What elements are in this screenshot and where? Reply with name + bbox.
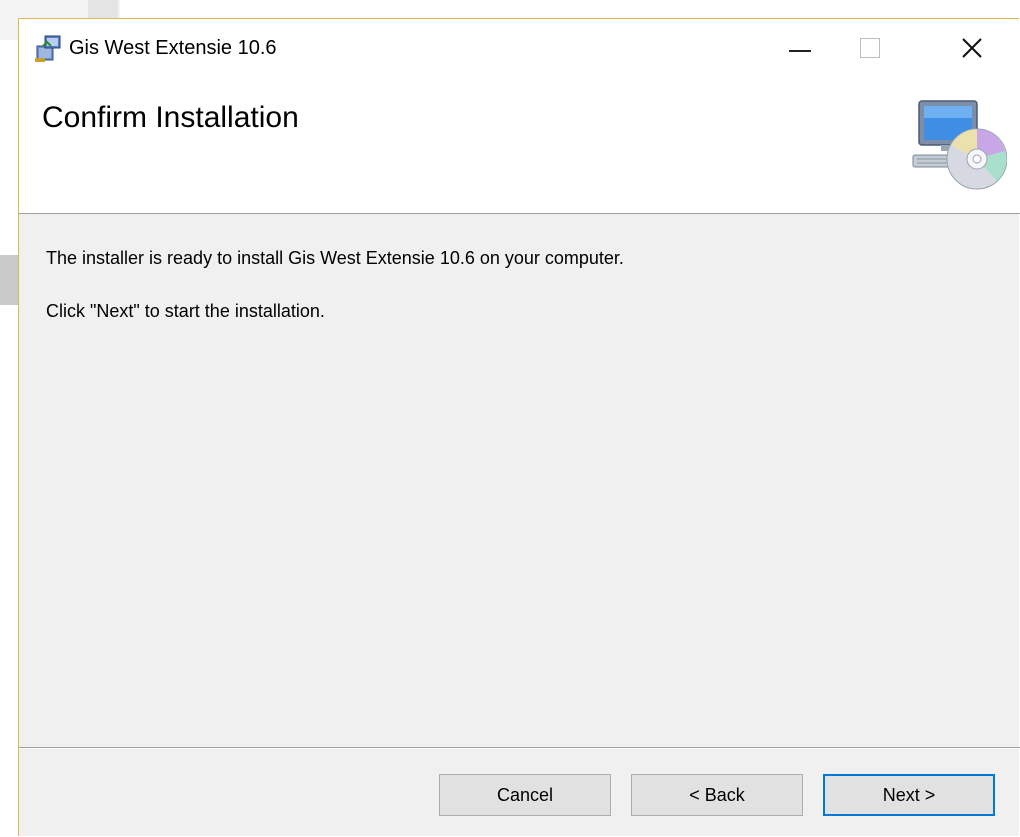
window-title: Gis West Extensie 10.6 (69, 37, 277, 59)
close-button[interactable] (937, 19, 1007, 77)
installer-window: Gis West Extensie 10.6 Confirm Installat… (18, 18, 1020, 836)
maximize-icon (860, 38, 880, 58)
minimize-icon (789, 50, 811, 52)
close-icon (962, 38, 982, 58)
installer-package-icon (35, 35, 61, 62)
footer-divider (19, 747, 1020, 749)
minimize-button[interactable] (765, 19, 835, 77)
maximize-button[interactable] (835, 19, 905, 77)
page-title: Confirm Installation (42, 101, 299, 134)
computer-cd-icon (912, 100, 1007, 190)
header-banner: Confirm Installation (19, 77, 1020, 214)
back-button[interactable]: < Back (631, 774, 803, 816)
next-button[interactable]: Next > (823, 774, 995, 816)
instruction-message: Click "Next" to start the installation. (46, 301, 325, 321)
background-scroll-edge (0, 255, 18, 305)
title-bar[interactable]: Gis West Extensie 10.6 (19, 19, 1020, 77)
ready-message: The installer is ready to install Gis We… (46, 248, 624, 268)
cancel-button[interactable]: Cancel (439, 774, 611, 816)
